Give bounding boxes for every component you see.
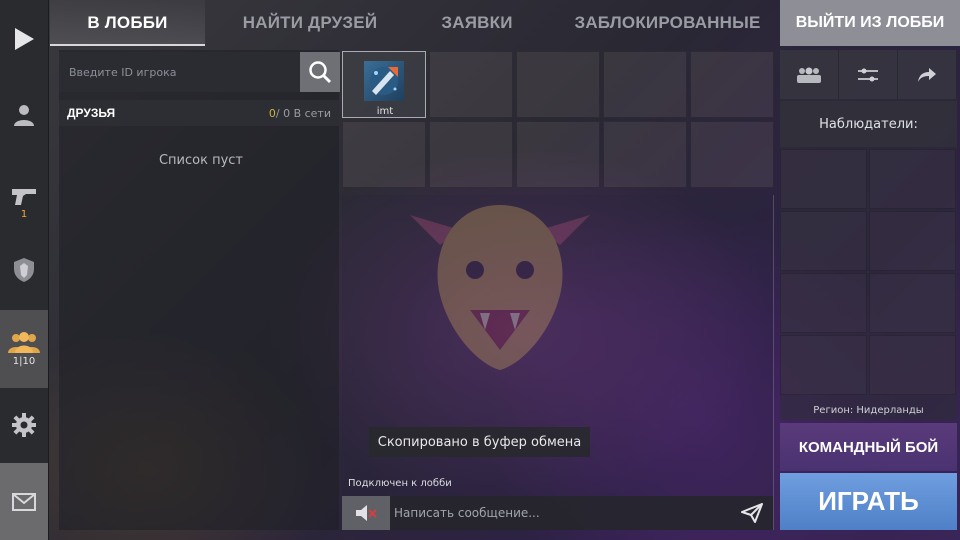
avatar xyxy=(364,61,404,101)
region-label: Регион: Нидерланды xyxy=(813,405,924,416)
send-button[interactable] xyxy=(735,496,769,530)
lobby-slot[interactable] xyxy=(603,121,687,188)
tab-requests[interactable]: ЗАЯВКИ xyxy=(422,0,532,46)
lobby-slot[interactable] xyxy=(690,121,774,188)
chat-status: Подключен к лобби xyxy=(348,478,452,489)
observer-slot[interactable] xyxy=(780,335,867,395)
lobby-actions xyxy=(780,50,957,99)
friends-title: ДРУЗЬЯ xyxy=(67,106,116,120)
observer-slot[interactable] xyxy=(780,149,867,209)
leave-lobby-button[interactable]: ВЫЙТИ ИЗ ЛОББИ xyxy=(780,0,960,46)
group-icon xyxy=(797,67,821,83)
observer-slot[interactable] xyxy=(780,211,867,271)
top-tabs: В ЛОББИ НАЙТИ ДРУЗЕЙ ЗАЯВКИ ЗАБЛОКИРОВАН… xyxy=(50,0,780,46)
sidebar-profile[interactable] xyxy=(0,92,48,138)
pistol-icon xyxy=(12,188,36,205)
lobby-slot[interactable] xyxy=(429,121,513,188)
sidebar-play[interactable] xyxy=(0,14,48,64)
search-button[interactable] xyxy=(300,52,340,92)
play-button[interactable]: ИГРАТЬ xyxy=(780,473,957,530)
lobby-slot[interactable] xyxy=(690,51,774,118)
sidebar-clan[interactable] xyxy=(0,246,48,294)
sidebar: 1 1|10 xyxy=(0,0,49,540)
right-panel: Наблюдатели: xyxy=(780,50,957,420)
lobby-slot[interactable] xyxy=(516,121,600,188)
friends-empty-text: Список пуст xyxy=(158,153,244,168)
player-id-search-input[interactable]: Введите ID игрока xyxy=(59,52,300,92)
sidebar-lobby[interactable]: 1|10 xyxy=(0,310,48,388)
lobby-slot[interactable] xyxy=(603,51,687,118)
lobby-slots: imt xyxy=(342,51,776,191)
share-arrow-icon xyxy=(918,67,936,82)
mail-icon xyxy=(12,492,36,511)
copied-toast: Скопировано в буфер обмена xyxy=(369,427,590,457)
user-icon xyxy=(14,105,34,126)
observer-slot[interactable] xyxy=(869,149,956,209)
friends-online-status: 0/ 0 В сети xyxy=(269,107,331,120)
tab-lobby[interactable]: В ЛОББИ xyxy=(50,0,205,46)
gear-icon xyxy=(12,413,36,437)
observer-slot[interactable] xyxy=(869,273,956,333)
chat-message-input[interactable]: Написать сообщение... xyxy=(394,496,724,530)
weapons-count: 1 xyxy=(20,208,28,220)
speaker-muted-icon xyxy=(356,505,377,521)
observers-label: Наблюдатели: xyxy=(780,101,957,147)
mute-button[interactable] xyxy=(342,496,390,530)
sidebar-mail[interactable] xyxy=(0,463,48,540)
player-name: imt xyxy=(376,106,394,117)
sliders-icon xyxy=(858,68,878,81)
lobby-slot-player[interactable]: imt xyxy=(342,51,426,118)
share-button[interactable] xyxy=(898,50,957,99)
observer-slots xyxy=(780,149,957,399)
group-icon xyxy=(8,331,40,353)
sidebar-settings[interactable] xyxy=(0,402,48,448)
lobby-settings-button[interactable] xyxy=(839,50,898,99)
play-icon xyxy=(15,28,34,50)
lobby-count: 1|10 xyxy=(12,355,36,367)
lobby-slot[interactable] xyxy=(429,51,513,118)
members-button[interactable] xyxy=(780,50,839,99)
friends-online-count: 0 xyxy=(268,106,276,120)
observer-slot[interactable] xyxy=(869,335,956,395)
shield-icon xyxy=(14,258,34,282)
observer-slot[interactable] xyxy=(780,273,867,333)
friends-panel: Введите ID игрока ДРУЗЬЯ 0/ 0 В сети Спи… xyxy=(59,50,340,530)
game-mode-button[interactable]: КОМАНДНЫЙ БОЙ xyxy=(780,423,957,471)
chat-input-row: Написать сообщение... xyxy=(342,496,773,530)
tab-blocked[interactable]: ЗАБЛОКИРОВАННЫЕ xyxy=(574,0,760,46)
tab-find-friends[interactable]: НАЙТИ ДРУЗЕЙ xyxy=(230,0,390,46)
tiger-emblem-icon xyxy=(410,205,590,370)
send-icon xyxy=(741,503,763,523)
observer-slot[interactable] xyxy=(869,211,956,271)
search-icon xyxy=(309,61,332,84)
friends-header: ДРУЗЬЯ 0/ 0 В сети xyxy=(59,100,339,126)
lobby-slot[interactable] xyxy=(516,51,600,118)
lobby-slot[interactable] xyxy=(342,121,426,188)
friends-online-suffix: / 0 В сети xyxy=(275,106,331,120)
sidebar-weapons[interactable]: 1 xyxy=(0,178,48,228)
